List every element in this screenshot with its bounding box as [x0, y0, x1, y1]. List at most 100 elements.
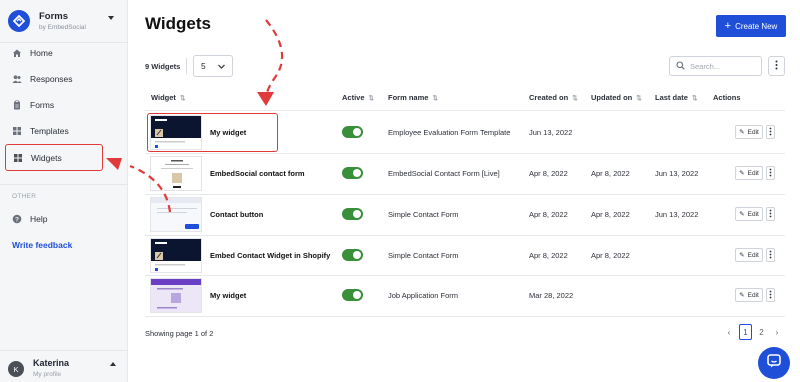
form-name: Job Application Form [388, 291, 459, 300]
sidebar-item-label: Responses [30, 74, 73, 84]
kebab-menu-icon [769, 246, 772, 264]
search-input[interactable] [690, 61, 758, 71]
created-on: Jun 13, 2022 [529, 128, 573, 137]
user-profile-label: My profile [33, 371, 62, 378]
search-icon [676, 57, 685, 75]
grid-icon [13, 153, 23, 163]
active-toggle[interactable] [342, 249, 363, 261]
active-toggle[interactable] [342, 208, 363, 220]
sort-icon: ⇅ [572, 94, 578, 102]
edit-button[interactable]: ✎ Edit [735, 288, 763, 302]
sidebar-item-label: Forms [30, 100, 55, 110]
row-more-button[interactable] [766, 125, 775, 139]
column-label: Form name [388, 93, 429, 102]
sort-icon: ⇅ [432, 94, 438, 102]
chevron-down-icon [217, 62, 226, 73]
sidebar-item-label: Help [30, 214, 48, 224]
user-menu[interactable]: K Katerina My profile [8, 357, 120, 379]
edit-icon: ✎ [739, 211, 745, 218]
sidebar-item-home[interactable]: Home [5, 40, 103, 66]
widget-name[interactable]: My widget [210, 291, 246, 300]
updated-on: Apr 8, 2022 [591, 251, 630, 260]
edit-label: Edit [747, 210, 759, 218]
create-new-button[interactable]: + Create New [716, 15, 786, 37]
column-header-widget[interactable]: Widget ⇅ [151, 93, 185, 102]
write-feedback-link[interactable]: Write feedback [12, 240, 72, 250]
widget-thumbnail [150, 278, 202, 313]
sidebar-item-help[interactable]: ? Help [5, 206, 103, 232]
column-label: Active [342, 93, 365, 102]
column-header-active[interactable]: Active ⇅ [342, 93, 374, 102]
svg-text:?: ? [15, 216, 19, 223]
sidebar: Forms by EmbedSocial Home Responses Form… [0, 0, 128, 382]
page-title: Widgets [145, 14, 211, 33]
page-size-select[interactable]: 5 [193, 55, 233, 77]
divider [0, 184, 128, 185]
sort-icon: ⇅ [636, 94, 642, 102]
help-icon: ? [12, 214, 22, 224]
edit-button[interactable]: ✎ Edit [735, 166, 763, 180]
create-new-label: Create New [735, 21, 778, 31]
edit-button[interactable]: ✎ Edit [735, 125, 763, 139]
row-more-button[interactable] [766, 166, 775, 180]
column-header-last-date[interactable]: Last date ⇅ [655, 93, 697, 102]
row-more-button[interactable] [766, 248, 775, 262]
brand-switcher[interactable]: Forms by EmbedSocial [8, 8, 120, 34]
brand-logo [8, 10, 30, 32]
caret-up-icon [110, 362, 116, 366]
sidebar-item-responses[interactable]: Responses [5, 66, 103, 92]
pagination-status: Showing page 1 of 2 [145, 329, 214, 338]
next-page-button[interactable]: › [772, 324, 782, 340]
sidebar-item-forms[interactable]: Forms [5, 92, 103, 118]
sort-icon: ⇅ [368, 94, 374, 102]
kebab-menu-icon [769, 205, 772, 223]
clipboard-icon [12, 100, 22, 110]
created-on: Apr 8, 2022 [529, 210, 568, 219]
page-button-2[interactable]: 2 [756, 324, 767, 340]
chat-launcher-button[interactable] [758, 347, 790, 379]
home-icon [12, 48, 22, 58]
kebab-menu-icon [769, 123, 772, 141]
table-row: Contact button Simple Contact Form Apr 8… [145, 194, 785, 235]
updated-on: Apr 8, 2022 [591, 169, 630, 178]
widget-name[interactable]: Contact button [210, 210, 263, 219]
annotation-arrowhead [257, 92, 274, 106]
sidebar-item-widgets[interactable]: Widgets [5, 144, 103, 171]
page-button-1[interactable]: 1 [739, 324, 752, 340]
kebab-menu-icon [769, 286, 772, 304]
column-label: Widget [151, 93, 176, 102]
sidebar-item-label: Home [30, 48, 53, 58]
sidebar-item-templates[interactable]: Templates [5, 118, 103, 144]
edit-icon: ✎ [739, 129, 745, 136]
row-more-button[interactable] [766, 207, 775, 221]
row-more-button[interactable] [766, 288, 775, 302]
prev-page-button[interactable]: ‹ [724, 324, 734, 340]
widget-name[interactable]: EmbedSocial contact form [210, 169, 305, 178]
divider [0, 350, 128, 351]
table-row: EmbedSocial contact form EmbedSocial Con… [145, 153, 785, 194]
users-icon [12, 74, 22, 84]
form-name: EmbedSocial Contact Form [Live] [388, 169, 500, 178]
column-header-updated-on[interactable]: Updated on ⇅ [591, 93, 642, 102]
column-label: Last date [655, 93, 688, 102]
column-header-form-name[interactable]: Form name ⇅ [388, 93, 438, 102]
updated-on: Apr 8, 2022 [591, 210, 630, 219]
brand-subtitle: by EmbedSocial [39, 24, 86, 31]
active-toggle[interactable] [342, 167, 363, 179]
divider [145, 110, 785, 111]
widget-thumbnail [150, 238, 202, 273]
created-on: Apr 8, 2022 [529, 169, 568, 178]
active-toggle[interactable] [342, 289, 363, 301]
created-on: Mar 28, 2022 [529, 291, 574, 300]
more-options-button[interactable] [768, 56, 785, 76]
annotation-arrow-down [264, 19, 284, 99]
edit-button[interactable]: ✎ Edit [735, 207, 763, 221]
column-header-created-on[interactable]: Created on ⇅ [529, 93, 578, 102]
edit-button[interactable]: ✎ Edit [735, 248, 763, 262]
edit-label: Edit [747, 128, 759, 136]
widget-name[interactable]: Embed Contact Widget in Shopify [210, 251, 330, 260]
edit-icon: ✎ [739, 292, 745, 299]
active-toggle[interactable] [342, 126, 363, 138]
kebab-menu-icon [775, 57, 778, 75]
edit-label: Edit [747, 291, 759, 299]
